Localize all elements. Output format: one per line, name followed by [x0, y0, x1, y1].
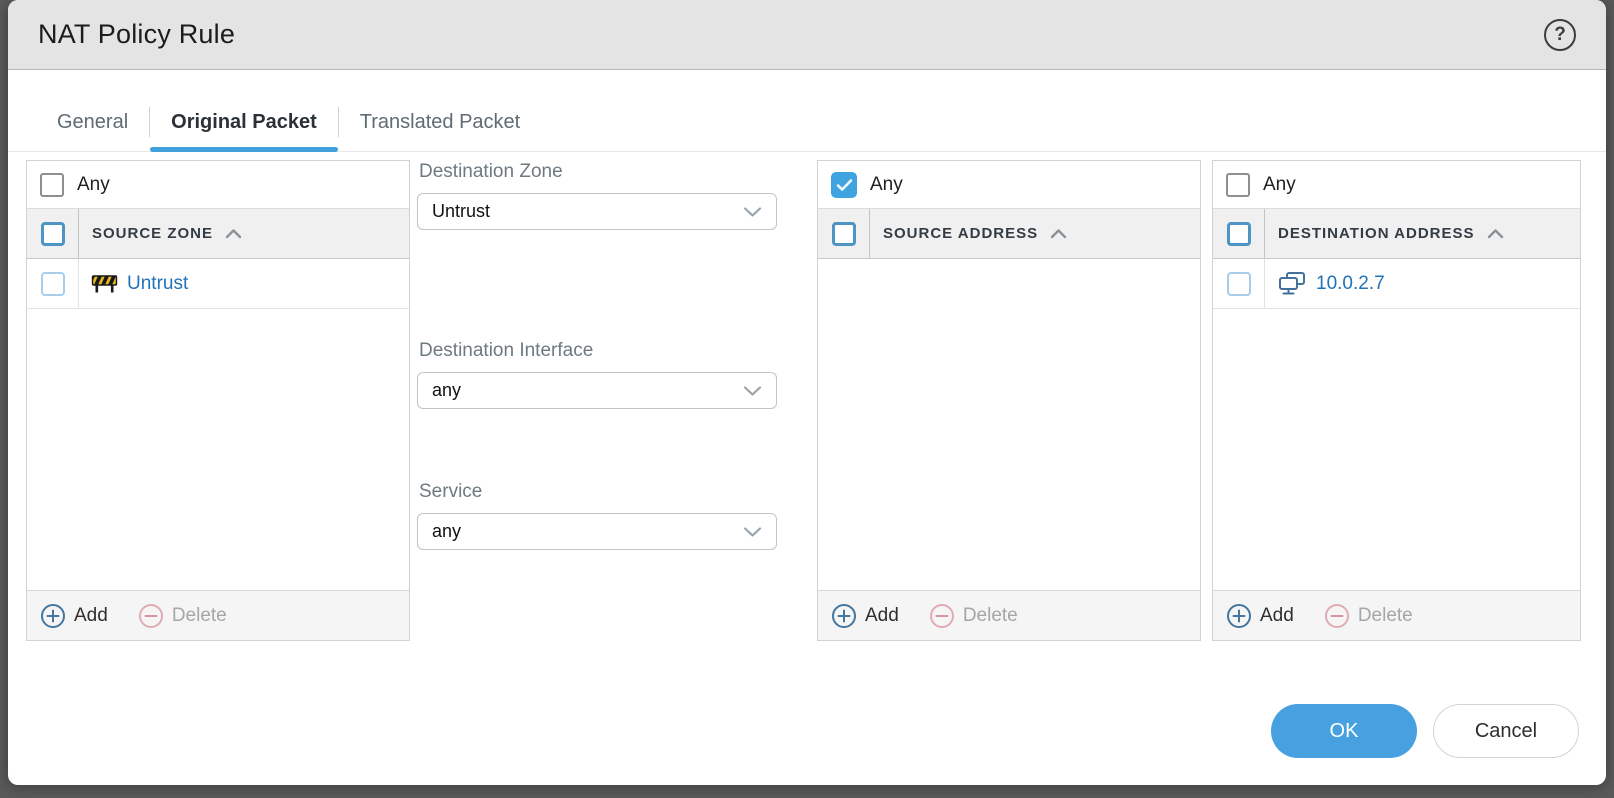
minus-circle-icon [929, 603, 955, 629]
delete-label: Delete [963, 605, 1018, 627]
service-label: Service [419, 481, 777, 503]
source-zone-any-label: Any [77, 174, 110, 196]
plus-circle-icon [831, 603, 857, 629]
tab-general[interactable]: General [36, 94, 149, 151]
backdrop: NAT Policy Rule ? General Original Packe… [0, 0, 1614, 798]
original-packet-content: Any SOURCE ZONE [8, 152, 1606, 641]
chevron-down-icon [743, 206, 762, 218]
destination-address-column-label: DESTINATION ADDRESS [1278, 225, 1475, 242]
source-zone-column-label: SOURCE ZONE [92, 225, 213, 242]
source-address-table-header: SOURCE ADDRESS [818, 209, 1200, 259]
tab-bar: General Original Packet Translated Packe… [8, 70, 1606, 152]
plus-circle-icon [1226, 603, 1252, 629]
source-zone-value-link[interactable]: Untrust [127, 273, 188, 295]
dialog-title: NAT Policy Rule [38, 19, 235, 50]
source-zone-table-header: SOURCE ZONE [27, 209, 409, 259]
nat-policy-rule-dialog: NAT Policy Rule ? General Original Packe… [8, 0, 1606, 785]
source-zone-footer: Add Delete [27, 590, 409, 640]
source-address-any-label: Any [870, 174, 903, 196]
add-label: Add [1260, 605, 1294, 627]
plus-circle-icon [40, 603, 66, 629]
source-address-table-body [818, 259, 1200, 590]
tab-original-packet[interactable]: Original Packet [150, 94, 338, 151]
source-address-add-button[interactable]: Add [831, 603, 899, 629]
add-label: Add [865, 605, 899, 627]
host-address-icon [1277, 271, 1307, 297]
table-row: Untrust [27, 259, 409, 309]
source-address-delete-button[interactable]: Delete [929, 603, 1018, 629]
source-zone-any-row: Any [27, 161, 409, 209]
destination-address-panel: Any DESTINATION ADDRESS [1212, 160, 1581, 641]
sort-ascending-icon [225, 228, 242, 239]
source-zone-row-checkbox[interactable] [41, 272, 65, 296]
sort-ascending-icon [1050, 228, 1067, 239]
minus-circle-icon [1324, 603, 1350, 629]
service-value: any [432, 521, 461, 542]
source-zone-add-button[interactable]: Add [40, 603, 108, 629]
source-zone-any-checkbox[interactable] [40, 173, 64, 197]
check-icon [836, 178, 853, 192]
zone-barricade-icon [91, 273, 118, 294]
destination-address-any-label: Any [1263, 174, 1296, 196]
source-address-panel: Any SOURCE ADDRESS [817, 160, 1201, 641]
destination-address-row-checkbox[interactable] [1227, 272, 1251, 296]
destination-interface-select[interactable]: any [417, 372, 777, 409]
destination-interface-label: Destination Interface [419, 340, 777, 362]
destination-interface-field: Destination Interface any [417, 340, 777, 409]
delete-label: Delete [1358, 605, 1413, 627]
delete-label: Delete [172, 605, 227, 627]
sort-ascending-icon [1487, 228, 1504, 239]
minus-circle-icon [138, 603, 164, 629]
source-address-any-checkbox[interactable] [831, 172, 857, 198]
destination-interface-value: any [432, 380, 461, 401]
source-zone-column-header[interactable]: SOURCE ZONE [79, 209, 242, 258]
source-zone-panel: Any SOURCE ZONE [26, 160, 410, 641]
destination-zone-field: Destination Zone Untrust [417, 161, 777, 230]
tab-translated-packet[interactable]: Translated Packet [339, 94, 541, 151]
source-address-any-row: Any [818, 161, 1200, 209]
source-zone-table-body: Untrust [27, 259, 409, 590]
destination-address-value-link[interactable]: 10.0.2.7 [1316, 273, 1385, 295]
source-address-column-label: SOURCE ADDRESS [883, 225, 1038, 242]
destination-form: Destination Zone Untrust Destination Int… [417, 160, 777, 641]
destination-zone-select[interactable]: Untrust [417, 193, 777, 230]
destination-address-select-all-checkbox[interactable] [1227, 222, 1251, 246]
service-field: Service any [417, 481, 777, 550]
source-zone-select-all-checkbox[interactable] [41, 222, 65, 246]
destination-address-delete-button[interactable]: Delete [1324, 603, 1413, 629]
dialog-actions: OK Cancel [8, 704, 1606, 758]
source-address-select-all-checkbox[interactable] [832, 222, 856, 246]
add-label: Add [74, 605, 108, 627]
chevron-down-icon [743, 385, 762, 397]
destination-address-any-checkbox[interactable] [1226, 173, 1250, 197]
source-address-footer: Add Delete [818, 590, 1200, 640]
ok-button[interactable]: OK [1271, 704, 1417, 758]
help-button[interactable]: ? [1544, 19, 1576, 51]
source-zone-delete-button[interactable]: Delete [138, 603, 227, 629]
question-mark-icon: ? [1554, 24, 1566, 46]
destination-zone-label: Destination Zone [419, 161, 777, 183]
destination-address-table-header: DESTINATION ADDRESS [1213, 209, 1580, 259]
chevron-down-icon [743, 526, 762, 538]
table-row: 10.0.2.7 [1213, 259, 1580, 309]
service-select[interactable]: any [417, 513, 777, 550]
destination-address-any-row: Any [1213, 161, 1580, 209]
source-address-column-header[interactable]: SOURCE ADDRESS [870, 209, 1067, 258]
destination-zone-value: Untrust [432, 201, 490, 222]
destination-address-add-button[interactable]: Add [1226, 603, 1294, 629]
cancel-button[interactable]: Cancel [1433, 704, 1579, 758]
destination-address-table-body: 10.0.2.7 [1213, 259, 1580, 590]
destination-address-column-header[interactable]: DESTINATION ADDRESS [1265, 209, 1504, 258]
dialog-titlebar: NAT Policy Rule ? [8, 0, 1606, 70]
destination-address-footer: Add Delete [1213, 590, 1580, 640]
